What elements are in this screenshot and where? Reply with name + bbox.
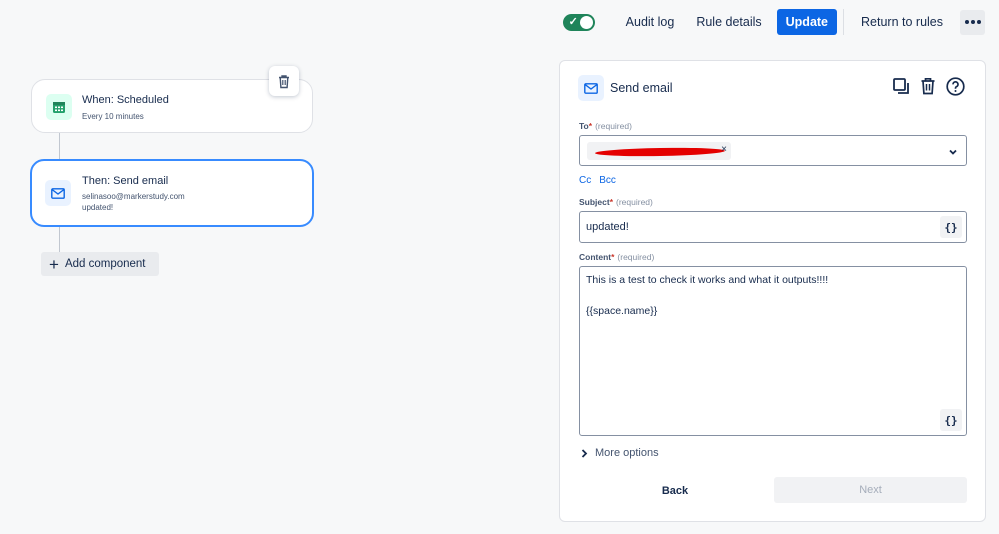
add-component-label: Add component [64,258,146,270]
duplicate-button[interactable] [891,76,911,96]
top-toolbar: ✓ Audit log Rule details Update Return t… [562,8,985,36]
chevron-down-icon[interactable] [948,144,958,162]
delete-component-button[interactable] [269,66,299,96]
mail-icon [45,180,71,206]
add-component-button[interactable]: + Add component [41,252,159,276]
delete-button[interactable] [918,76,938,96]
rule-details-link[interactable]: Rule details [685,8,772,36]
to-field[interactable]: × [579,135,967,166]
check-icon: ✓ [568,15,578,28]
return-to-rules-link[interactable]: Return to rules [850,8,954,36]
rule-enabled-toggle[interactable]: ✓ [562,13,595,31]
help-icon [945,76,965,96]
content-line-2[interactable]: {{space.name}} [586,305,657,317]
plus-icon: + [49,254,59,274]
trash-icon [279,74,289,88]
toggle-knob [579,15,593,29]
redaction-mark [594,146,726,158]
copy-icon [893,78,909,94]
subject-field[interactable]: updated! {} [579,211,967,243]
action-email: selinasoo@markerstudy.com [82,192,185,201]
cc-link[interactable]: Cc [579,175,591,186]
calendar-icon [46,94,72,120]
panel-title: Send email [610,81,673,95]
flow-connector [59,133,60,159]
action-card[interactable]: Then: Send email selinasoo@markerstudy.c… [30,159,314,227]
remove-recipient-button[interactable]: × [721,144,727,155]
bcc-link[interactable]: Bcc [599,175,616,186]
back-button[interactable]: Back [645,479,705,503]
trash-icon [921,77,935,95]
flow-connector [59,227,60,252]
subject-value[interactable]: updated! [586,221,629,233]
help-button[interactable] [945,76,965,96]
content-line-1[interactable]: This is a test to check it works and wha… [586,274,828,286]
trigger-title: When: Scheduled [82,94,169,106]
content-label: Content* (required) [579,252,655,262]
action-subject: updated! [82,203,114,212]
to-label: To* (required) [579,121,632,131]
toolbar-divider [843,9,845,35]
mail-icon [578,75,604,101]
content-field[interactable]: This is a test to check it works and wha… [579,266,967,436]
more-options-toggle[interactable]: More options [581,447,659,459]
chevron-right-icon [581,448,588,458]
trigger-subtitle: Every 10 minutes [82,112,144,121]
recipient-chip: × [587,142,731,160]
more-actions-button[interactable] [960,9,985,35]
next-button[interactable]: Next [774,477,967,503]
update-button[interactable]: Update [776,9,838,35]
action-title: Then: Send email [82,175,169,187]
subject-label: Subject* (required) [579,197,653,207]
smart-value-button[interactable]: {} [940,216,962,238]
more-dot-icon [964,20,969,24]
send-email-panel: Send email To* (required) × Cc Bcc Subjec… [559,60,986,522]
smart-value-button[interactable]: {} [940,409,962,431]
more-options-label: More options [595,447,659,459]
audit-log-link[interactable]: Audit log [615,8,686,36]
panel-tools [891,76,965,96]
cc-bcc-links: Cc Bcc [579,175,616,186]
